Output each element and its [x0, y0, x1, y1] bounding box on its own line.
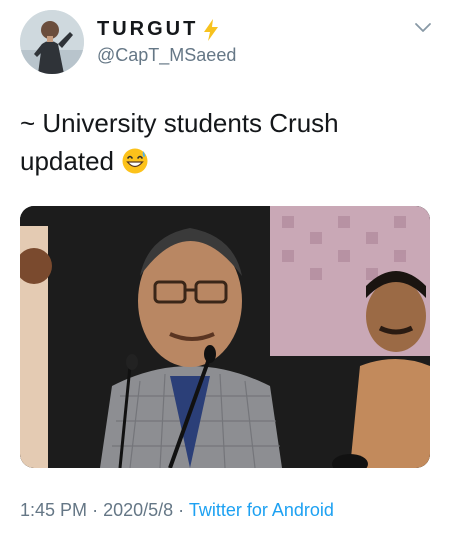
- media-photo: [20, 206, 430, 468]
- tweet-source-link[interactable]: Twitter for Android: [189, 500, 334, 520]
- user-handle[interactable]: @CapT_MSaeed: [97, 45, 236, 66]
- tweet-date[interactable]: 2020/5/8: [103, 500, 173, 520]
- avatar-image: [20, 10, 84, 74]
- lightning-bolt-icon: [204, 18, 219, 41]
- meta-separator: ·: [92, 500, 99, 520]
- tweet-body: ~ University students Crush updated: [20, 108, 339, 176]
- tweet-time[interactable]: 1:45 PM: [20, 500, 87, 520]
- grinning-face-with-sweat-emoji: [122, 148, 148, 174]
- name-row: TURGUT: [97, 18, 220, 41]
- chevron-down-icon[interactable]: [414, 22, 432, 34]
- avatar[interactable]: [20, 10, 84, 74]
- tweet-card: TURGUT @CapT_MSaeed ~ University student…: [0, 0, 450, 537]
- tweet-text: ~ University students Crush updated: [20, 104, 430, 180]
- display-name[interactable]: TURGUT: [97, 18, 198, 41]
- meta-separator: ·: [178, 500, 185, 520]
- tweet-media[interactable]: [20, 206, 430, 468]
- tweet-meta: 1:45 PM · 2020/5/8 · Twitter for Android: [20, 500, 334, 521]
